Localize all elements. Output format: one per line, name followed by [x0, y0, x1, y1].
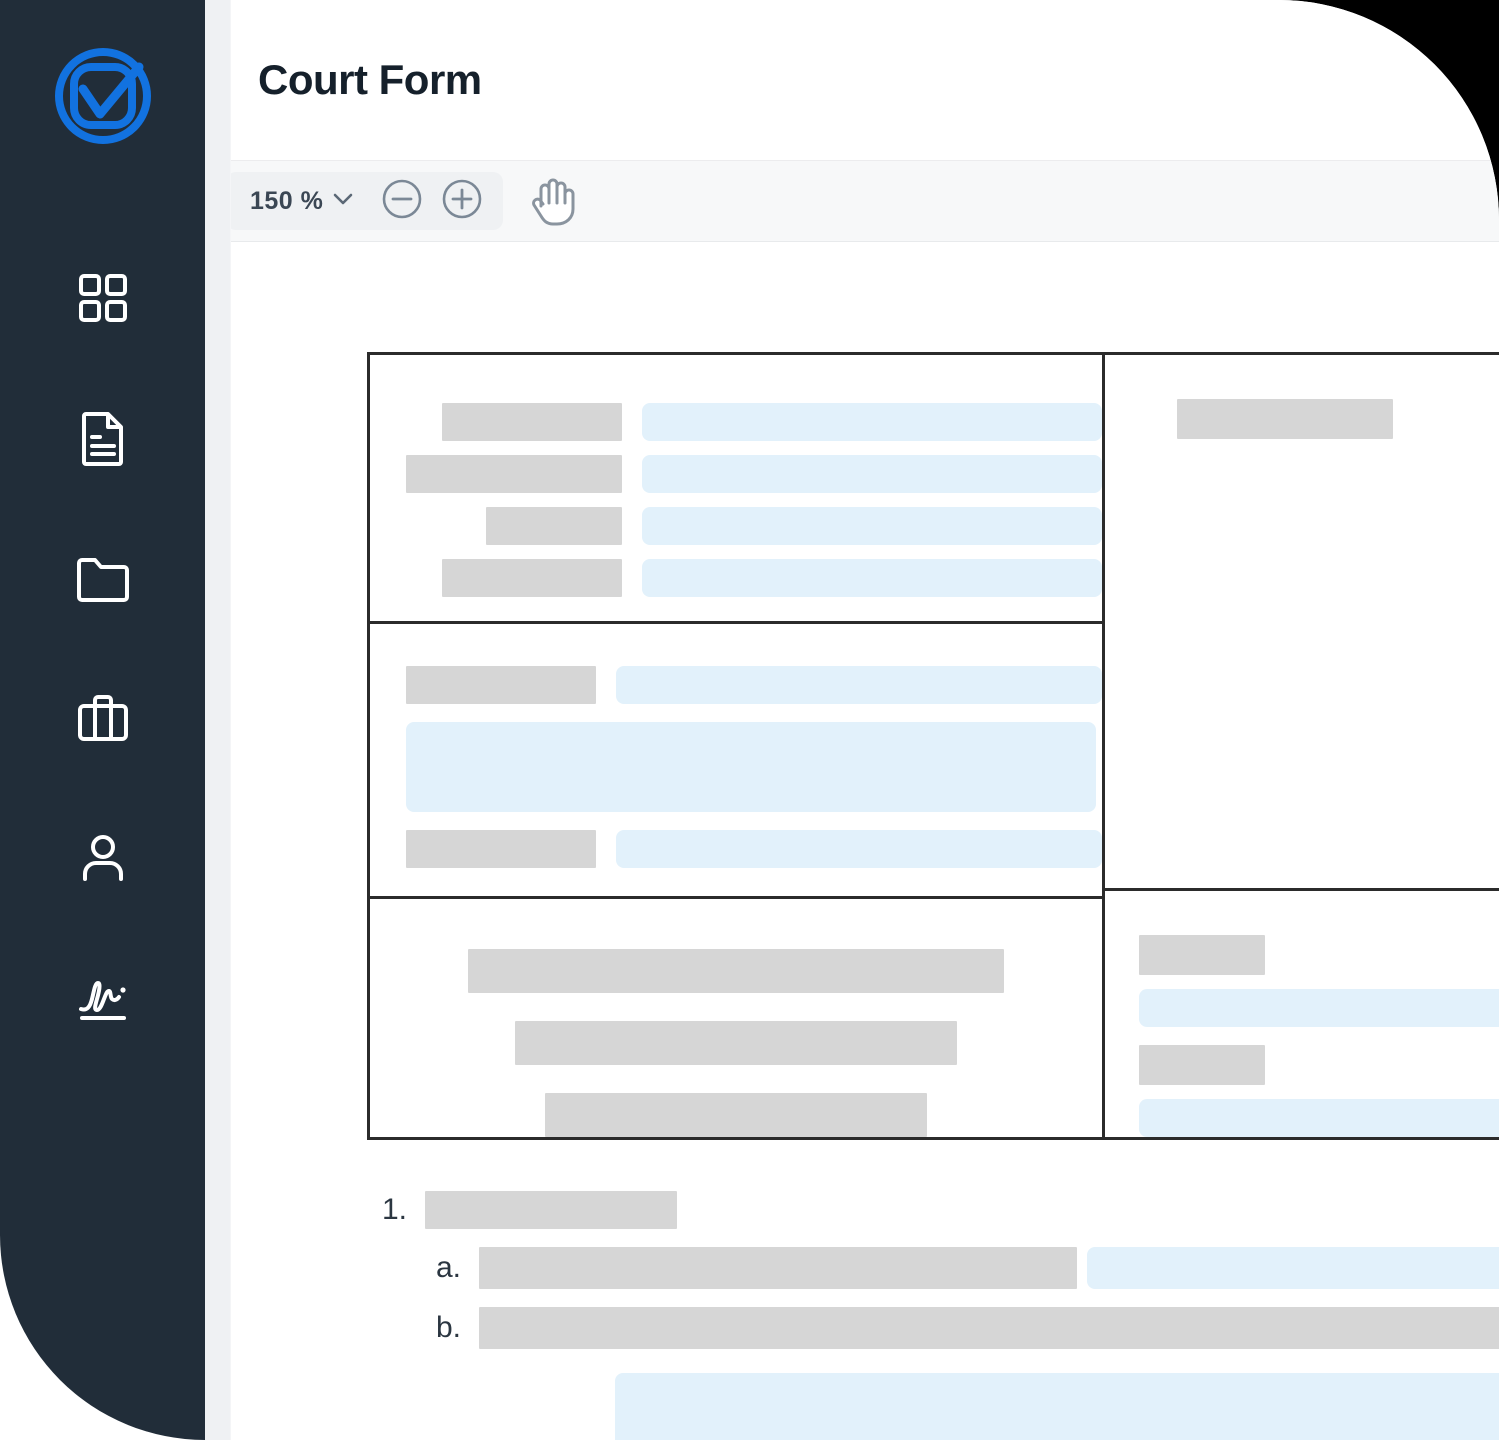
redaction-bar [1177, 399, 1393, 439]
sidebar-item-documents[interactable] [55, 368, 151, 508]
list-marker: 1. [381, 1193, 407, 1226]
redaction-bar [442, 403, 622, 441]
sidebar-item-dashboard[interactable] [55, 228, 151, 368]
redaction-bar [486, 507, 622, 545]
redaction-bar [425, 1191, 677, 1229]
page-title: Court Form [258, 56, 482, 103]
document-canvas[interactable]: 1. a. b. [231, 241, 1499, 1440]
viewer-toolbar: 150 % [206, 160, 1499, 242]
header: Court Form [230, 0, 1499, 160]
sidebar [0, 0, 205, 1440]
court-info-row [1105, 935, 1499, 1027]
party-block-cell [370, 624, 1102, 899]
app-logo[interactable] [54, 48, 151, 144]
redaction-bar [545, 1093, 927, 1137]
list-item-body [479, 1247, 1499, 1289]
caption-row [370, 559, 1102, 597]
list-item-body [479, 1307, 1499, 1349]
pan-tool-button[interactable] [521, 169, 585, 233]
window-shell: Court Form 150 % 1. a. b. [0, 0, 1499, 1440]
sidebar-item-contacts[interactable] [55, 788, 151, 928]
person-icon [76, 831, 130, 885]
sidebar-gutter [205, 0, 231, 1440]
redaction-bar [1139, 935, 1265, 975]
redaction-bar [406, 830, 596, 869]
zoom-controls-group: 150 % [226, 172, 504, 230]
list-marker: b. [435, 1311, 461, 1344]
form-field[interactable] [642, 559, 1102, 597]
party-row [370, 830, 1102, 869]
list-marker: a. [435, 1251, 461, 1284]
sidebar-nav [55, 228, 151, 1068]
form-textarea[interactable] [406, 722, 1096, 813]
chevron-down-icon [333, 192, 353, 211]
redaction-bar [479, 1307, 1499, 1349]
redaction-bar [1139, 1045, 1265, 1085]
form-right-column [1105, 355, 1499, 1137]
form-field[interactable] [642, 403, 1102, 441]
form-field[interactable] [616, 666, 1102, 705]
caption-row [370, 403, 1102, 441]
folder-icon [74, 553, 132, 603]
case-number-block-cell [1105, 355, 1499, 891]
caption-row [370, 507, 1102, 545]
court-info-row [1105, 1045, 1499, 1137]
document-icon [76, 410, 130, 466]
list-item-answer [367, 1367, 1499, 1440]
form-field[interactable] [616, 830, 1102, 869]
form-table [367, 352, 1499, 1140]
grid-dashboard-icon [76, 271, 130, 325]
caption-block-cell [370, 355, 1102, 625]
redaction-bar [406, 455, 622, 493]
document-page: 1. a. b. [231, 241, 1499, 1440]
zoom-out-button[interactable] [375, 174, 429, 228]
sidebar-item-signature[interactable] [55, 928, 151, 1068]
list-item: a. [367, 1247, 1499, 1289]
redaction-bar [406, 666, 596, 705]
party-row [370, 666, 1102, 705]
court-info-block-cell [1105, 891, 1499, 1137]
caption-row [370, 455, 1102, 493]
zoom-level-label: 150 % [250, 186, 324, 215]
form-field[interactable] [642, 507, 1102, 545]
zoom-level-select[interactable]: 150 % [240, 187, 369, 216]
briefcase-icon [75, 691, 131, 745]
minus-circle-icon [380, 177, 424, 226]
hand-icon [528, 172, 578, 231]
plus-circle-icon [440, 177, 484, 226]
form-numbered-list: 1. a. b. [367, 1191, 1499, 1440]
form-left-column [370, 355, 1105, 1137]
list-item: 1. [367, 1191, 1499, 1229]
form-textarea[interactable] [615, 1373, 1499, 1440]
sidebar-item-cases[interactable] [55, 648, 151, 788]
redaction-bar [479, 1247, 1077, 1289]
list-item: b. [367, 1307, 1499, 1349]
redaction-bar [468, 949, 1004, 993]
title-block-cell [370, 899, 1102, 1137]
sidebar-item-folders[interactable] [55, 508, 151, 648]
form-field[interactable] [1139, 1099, 1499, 1137]
app-root: Court Form 150 % 1. a. b. [0, 0, 1499, 1440]
party-textarea-row [370, 722, 1102, 813]
form-field[interactable] [642, 455, 1102, 493]
list-item-body [425, 1191, 1499, 1229]
zoom-in-button[interactable] [435, 174, 489, 228]
form-field[interactable] [1087, 1247, 1499, 1289]
form-field[interactable] [1139, 989, 1499, 1027]
redaction-bar [515, 1021, 957, 1065]
redaction-bar [442, 559, 622, 597]
signature-icon [73, 971, 133, 1025]
